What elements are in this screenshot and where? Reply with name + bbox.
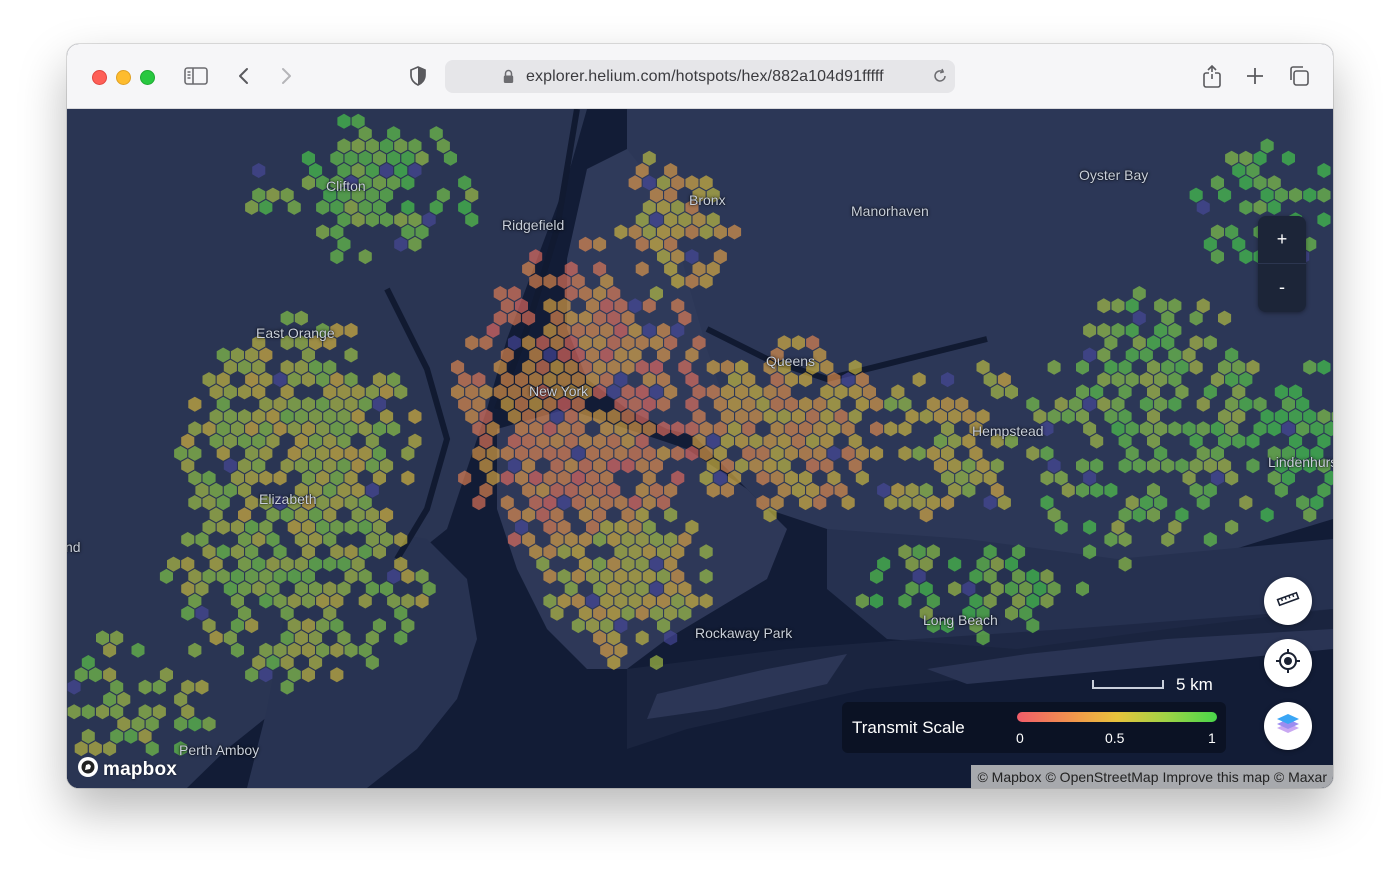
map-attribution: © Mapbox © OpenStreetMap Improve this ma…	[971, 765, 1333, 788]
place-label-manorhaven: Manorhaven	[851, 203, 929, 219]
layers-icon	[1275, 711, 1301, 742]
place-label-new-york: New York	[529, 383, 589, 399]
attribution-maxar[interactable]: © Maxar	[1274, 769, 1327, 785]
attribution-osm[interactable]: © OpenStreetMap	[1045, 769, 1158, 785]
place-label-oyster-bay: Oyster Bay	[1079, 167, 1149, 183]
place-label-ridgefield: Ridgefield	[502, 217, 565, 233]
place-label-hempstead: Hempstead	[972, 423, 1044, 439]
url-text: explorer.helium.com/hotspots/hex/882a104…	[526, 68, 884, 85]
share-icon[interactable]	[1198, 62, 1226, 90]
new-tab-icon[interactable]	[1241, 62, 1269, 90]
locate-icon	[1275, 648, 1301, 679]
mapbox-logo-text: mapbox	[103, 758, 178, 780]
place-label-perth-amboy: Perth Amboy	[179, 742, 260, 758]
forward-icon[interactable]	[272, 62, 300, 90]
measure-button[interactable]	[1264, 577, 1312, 625]
place-label-bronx: Bronx	[689, 192, 726, 208]
lock-icon	[503, 69, 514, 89]
browser-toolbar: explorer.helium.com/hotspots/hex/882a104…	[67, 44, 1333, 109]
sidebar-toggle-icon[interactable]	[182, 62, 210, 90]
place-label-edge: nd	[67, 539, 81, 555]
zoom-out-button[interactable]: -	[1258, 264, 1306, 311]
layers-button[interactable]	[1264, 702, 1312, 750]
minimize-window-button[interactable]	[116, 70, 131, 85]
privacy-shield-icon[interactable]	[404, 62, 432, 90]
address-bar[interactable]: explorer.helium.com/hotspots/hex/882a104…	[445, 60, 955, 93]
place-label-rockaway-park: Rockaway Park	[695, 625, 793, 641]
mapbox-logo[interactable]: mapbox	[77, 756, 177, 783]
back-icon[interactable]	[230, 62, 258, 90]
place-label-east-orange: East Orange	[256, 325, 335, 341]
legend-tick-mid: 0.5	[1105, 730, 1125, 746]
place-label-long-beach: Long Beach	[923, 612, 998, 628]
reload-icon[interactable]	[931, 67, 949, 90]
place-label-queens: Queens	[766, 353, 816, 369]
place-label-lindenhurst: Lindenhurst	[1268, 454, 1333, 470]
attribution-mapbox[interactable]: © Mapbox	[977, 769, 1041, 785]
tab-overview-icon[interactable]	[1285, 62, 1313, 90]
coverage-map[interactable]: Clifton Bronx Ridgefield Manorhaven Oyst…	[67, 109, 1333, 788]
legend-gradient	[1017, 712, 1217, 722]
legend-tick-min: 0	[1016, 730, 1024, 746]
place-label-elizabeth: Elizabeth	[259, 491, 317, 507]
zoom-control: + -	[1258, 216, 1306, 312]
scale-label: 5 km	[1176, 675, 1213, 694]
attribution-improve[interactable]: Improve this map	[1163, 769, 1270, 785]
transmit-scale-legend: Transmit Scale 0 0.5 1	[842, 702, 1226, 753]
mapbox-icon	[77, 756, 99, 783]
legend-tick-max: 1	[1208, 730, 1216, 746]
zoom-window-button[interactable]	[140, 70, 155, 85]
browser-window: explorer.helium.com/hotspots/hex/882a104…	[67, 44, 1333, 788]
place-label-clifton: Clifton	[326, 178, 366, 194]
ruler-icon	[1276, 591, 1300, 612]
zoom-in-button[interactable]: +	[1258, 216, 1306, 263]
close-window-button[interactable]	[92, 70, 107, 85]
locate-button[interactable]	[1264, 639, 1312, 687]
scale-bar	[1092, 680, 1164, 689]
legend-title: Transmit Scale	[852, 718, 965, 737]
